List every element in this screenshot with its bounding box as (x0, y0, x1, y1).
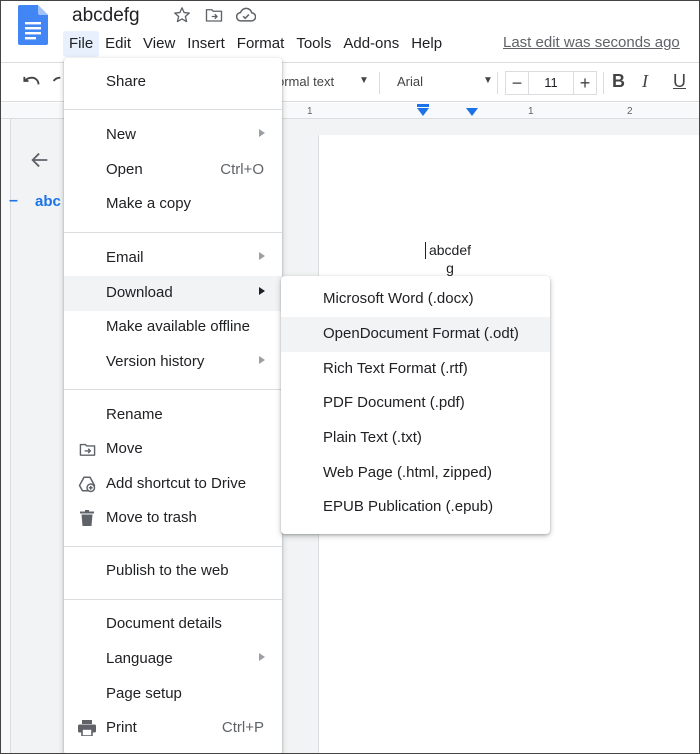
download-odt-item[interactable]: OpenDocument Format (.odt) (281, 317, 550, 352)
increase-font-size-button[interactable]: + (573, 71, 597, 95)
menu-divider (64, 109, 282, 110)
star-icon[interactable] (171, 5, 193, 25)
menu-item-publish[interactable]: Publish to the web (64, 554, 282, 589)
menu-help[interactable]: Help (405, 31, 448, 57)
move-folder-icon (78, 440, 96, 458)
document-title[interactable]: abcdefg (72, 5, 140, 27)
menu-item-make-offline[interactable]: Make available offline (64, 310, 282, 345)
font-select[interactable]: Arial (397, 74, 423, 89)
menu-item-open[interactable]: Open Ctrl+O (64, 153, 282, 188)
font-caret-icon[interactable]: ▼ (483, 75, 493, 86)
menu-item-share[interactable]: Share (64, 65, 282, 100)
menu-item-download[interactable]: Download (64, 276, 282, 311)
menu-item-make-copy[interactable]: Make a copy (64, 187, 282, 222)
text-cursor (425, 242, 426, 259)
cloud-status-icon[interactable] (235, 5, 257, 25)
menu-divider (64, 232, 282, 233)
redo-icon[interactable] (51, 71, 63, 97)
download-rtf-item[interactable]: Rich Text Format (.rtf) (281, 352, 550, 387)
menu-item-rename[interactable]: Rename (64, 398, 282, 433)
undo-icon[interactable] (21, 71, 41, 97)
submenu-arrow-icon (259, 287, 265, 295)
file-menu: Share New Open Ctrl+O Make a copy Email D… (64, 58, 282, 753)
ruler-tick: 1 (307, 106, 313, 117)
toolbar-divider (379, 72, 380, 94)
right-indent-handle[interactable] (466, 108, 478, 116)
submenu-arrow-icon (259, 356, 265, 364)
shortcut-label: Ctrl+O (220, 161, 264, 178)
font-size-input[interactable]: 11 (529, 71, 573, 95)
menu-file[interactable]: File (63, 31, 100, 57)
download-html-item[interactable]: Web Page (.html, zipped) (281, 456, 550, 491)
download-epub-item[interactable]: EPUB Publication (.epub) (281, 490, 550, 525)
submenu-arrow-icon (259, 653, 265, 661)
toolbar-divider (603, 72, 604, 94)
back-arrow-icon[interactable] (29, 149, 51, 177)
trash-icon (78, 509, 96, 527)
vertical-ruler[interactable] (1, 119, 11, 753)
move-folder-icon[interactable] (203, 5, 225, 25)
menu-item-print[interactable]: Print Ctrl+P (64, 711, 282, 746)
menu-divider (64, 546, 282, 547)
left-indent-handle[interactable] (417, 108, 429, 116)
submenu-arrow-icon (259, 252, 265, 260)
menu-tools[interactable]: Tools (290, 31, 337, 57)
menu-bar: File Edit View Insert Format Tools Add-o… (63, 31, 448, 57)
submenu-arrow-icon (259, 129, 265, 137)
menu-divider (64, 599, 282, 600)
underline-button[interactable]: U (673, 71, 686, 92)
toolbar-divider (497, 72, 498, 94)
last-edit-link[interactable]: Last edit was seconds ago (503, 34, 680, 51)
download-pdf-item[interactable]: PDF Document (.pdf) (281, 386, 550, 421)
menu-item-move[interactable]: Move (64, 432, 282, 467)
outline-heading[interactable]: abc (35, 193, 61, 210)
menu-item-page-setup[interactable]: Page setup (64, 677, 282, 712)
menu-format[interactable]: Format (231, 31, 291, 57)
menu-item-language[interactable]: Language (64, 642, 282, 677)
menu-item-email[interactable]: Email (64, 241, 282, 276)
menu-addons[interactable]: Add-ons (337, 31, 405, 57)
app-window: abcdefg File Edit View Insert Format Too… (0, 0, 700, 754)
menu-item-new[interactable]: New (64, 118, 282, 153)
menu-item-move-trash[interactable]: Move to trash (64, 501, 282, 536)
download-docx-item[interactable]: Microsoft Word (.docx) (281, 282, 550, 317)
ruler-tick: 2 (627, 106, 633, 117)
docs-logo-icon[interactable] (18, 5, 48, 45)
download-txt-item[interactable]: Plain Text (.txt) (281, 421, 550, 456)
document-line: abcdef (428, 242, 472, 258)
paragraph-style-select[interactable]: ormal text (277, 74, 334, 89)
menu-edit[interactable]: Edit (99, 31, 137, 57)
decrease-font-size-button[interactable]: − (505, 71, 529, 95)
print-icon (78, 719, 96, 737)
drive-shortcut-icon (78, 475, 96, 493)
first-line-indent-handle[interactable] (417, 104, 429, 107)
download-submenu: Microsoft Word (.docx) OpenDocument Form… (281, 276, 550, 534)
document-body-text[interactable]: abcdef g (425, 241, 475, 277)
menu-view[interactable]: View (137, 31, 181, 57)
outline-marker: – (9, 192, 18, 209)
bold-button[interactable]: B (612, 71, 625, 92)
menu-item-add-shortcut[interactable]: Add shortcut to Drive (64, 467, 282, 502)
italic-button[interactable]: I (642, 71, 648, 92)
style-caret-icon[interactable]: ▼ (359, 75, 369, 86)
document-line: g (446, 260, 454, 276)
menu-item-document-details[interactable]: Document details (64, 607, 282, 642)
menu-item-version-history[interactable]: Version history (64, 345, 282, 380)
shortcut-label: Ctrl+P (221, 719, 264, 736)
menu-divider (64, 389, 282, 390)
ruler-tick: 1 (528, 106, 534, 117)
menu-insert[interactable]: Insert (181, 31, 231, 57)
